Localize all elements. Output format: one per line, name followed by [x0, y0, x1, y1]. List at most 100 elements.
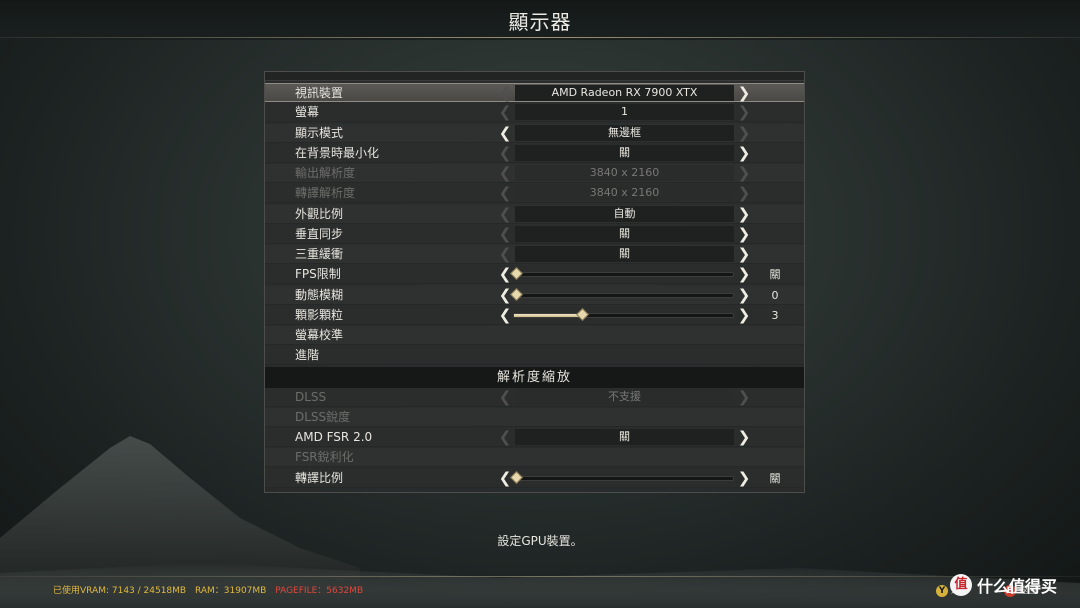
- watermark: 值 什么值得买: [950, 573, 1057, 597]
- slider-readout: 3: [771, 308, 779, 322]
- section-header-resolution-scaling: 解析度縮放: [265, 366, 804, 388]
- chevron-left-icon: ❮: [498, 164, 512, 182]
- setting-label: 轉譯比例: [295, 470, 344, 485]
- setting-value: 3840 x 2160: [515, 185, 734, 202]
- setting-row-12[interactable]: 顆影顆粒 ❮ ❯ 3: [265, 305, 804, 325]
- header-bar: 顯示器: [0, 0, 1080, 40]
- setting-row-2: DLSS ❮ ❯ 不支援: [265, 387, 804, 407]
- watermark-badge-icon: 值: [950, 574, 972, 596]
- setting-row-4[interactable]: 在背景時最小化 ❮ ❯ 關: [265, 143, 804, 163]
- setting-label: 外觀比例: [295, 206, 344, 221]
- setting-row-10[interactable]: FPS限制 ❮ ❯ 關: [265, 265, 804, 285]
- setting-label: 在背景時最小化: [295, 145, 380, 160]
- chevron-right-icon[interactable]: ❯: [736, 245, 752, 264]
- chevron-left-icon[interactable]: ❮: [497, 124, 513, 143]
- chevron-right-icon[interactable]: ❯: [736, 286, 752, 305]
- setting-label: 輸出解析度: [295, 166, 356, 180]
- setting-value: 不支援: [515, 388, 734, 405]
- setting-label: 顯示模式: [295, 125, 344, 140]
- y-button-icon[interactable]: Y: [936, 585, 948, 597]
- setting-label: 螢幕: [295, 105, 320, 120]
- slider-knob-icon[interactable]: [576, 307, 589, 321]
- setting-label: AMD FSR 2.0: [295, 430, 373, 444]
- setting-value: 關: [515, 429, 734, 445]
- chevron-left-icon: ❮: [498, 224, 512, 243]
- setting-value: 1: [515, 104, 734, 121]
- ram-stat: RAM：31907MB: [194, 586, 267, 596]
- setting-row-6: 轉譯解析度 ❮ ❯ 3840 x 2160: [265, 184, 804, 204]
- setting-value: 關: [515, 144, 734, 161]
- setting-row-14[interactable]: 進階: [265, 346, 804, 366]
- chevron-left-icon: ❮: [498, 387, 512, 406]
- chevron-left-icon: ❮: [498, 103, 512, 122]
- chevron-right-icon: ❯: [737, 103, 751, 122]
- chevron-left-icon: ❮: [498, 204, 512, 223]
- chevron-right-icon[interactable]: ❯: [736, 306, 752, 325]
- chevron-right-icon[interactable]: ❯: [736, 225, 752, 244]
- chevron-left-icon: ❮: [498, 245, 512, 263]
- setting-row-6[interactable]: 轉譯比例 ❮ ❯ 關: [265, 468, 804, 488]
- setting-value: 自動: [515, 205, 734, 222]
- slider-readout: 關: [769, 268, 781, 282]
- setting-row-4[interactable]: AMD FSR 2.0 ❮ ❯ 關: [265, 428, 804, 447]
- setting-row-5: 輸出解析度 ❮ ❯ 3840 x 2160: [265, 164, 804, 183]
- chevron-right-icon: ❯: [737, 387, 751, 406]
- header-divider: [0, 37, 1080, 38]
- setting-value: 關: [515, 246, 734, 262]
- setting-row-9[interactable]: 三重緩衝 ❮ ❯ 關: [265, 245, 804, 264]
- setting-label: DLSS銳度: [295, 409, 351, 424]
- pagefile-stat: PAGEFILE：5632MB: [275, 586, 364, 596]
- page-title: 顯示器: [508, 10, 572, 34]
- setting-row-1[interactable]: 視訊裝置 ❮ ❯ AMD Radeon RX 7900 XTX: [265, 83, 804, 102]
- chevron-right-icon[interactable]: ❯: [736, 205, 752, 224]
- help-text: 設定GPU裝置。: [497, 534, 583, 548]
- slider-track[interactable]: [510, 287, 734, 301]
- setting-row-2[interactable]: 螢幕 ❮ ❯ 1: [265, 103, 804, 123]
- vram-stat: 已使用VRAM: 7143 / 24518MB: [53, 586, 187, 596]
- setting-row-3: DLSS銳度: [265, 407, 804, 427]
- chevron-right-icon: ❯: [737, 123, 751, 142]
- chevron-right-icon[interactable]: ❯: [736, 265, 752, 284]
- chevron-right-icon[interactable]: ❯: [736, 144, 752, 163]
- setting-label: FSR銳利化: [295, 450, 354, 465]
- setting-row-11[interactable]: 動態模糊 ❮ ❯ 0: [265, 285, 804, 305]
- setting-row-13[interactable]: 螢幕校準: [265, 326, 804, 345]
- setting-label: FPS限制: [295, 267, 341, 282]
- chevron-left-icon: ❮: [498, 84, 512, 102]
- chevron-left-icon: ❮: [498, 184, 512, 203]
- setting-value: 關: [515, 225, 734, 242]
- chevron-right-icon[interactable]: ❯: [736, 428, 752, 447]
- panel-top-bar: [265, 72, 804, 81]
- settings-panel: 視訊裝置 ❮ ❯ AMD Radeon RX 7900 XTX 螢幕 ❮ ❯ 1 顯示模式 ❮ ❯ 無…: [264, 71, 805, 493]
- chevron-right-icon: ❯: [737, 164, 751, 182]
- setting-row-5: FSR銳利化: [265, 448, 804, 468]
- setting-label: 進階: [295, 348, 320, 363]
- setting-value: 3840 x 2160: [515, 165, 734, 181]
- slider-track[interactable]: [513, 307, 734, 321]
- slider-fill: [514, 313, 580, 317]
- setting-label: 垂直同步: [295, 226, 344, 241]
- slider-readout: 關: [769, 471, 781, 485]
- watermark-text: 什么值得买: [977, 577, 1058, 596]
- chevron-right-icon[interactable]: ❯: [736, 469, 752, 488]
- footer-divider: [0, 576, 1080, 577]
- slider-track[interactable]: [510, 267, 734, 281]
- slider-readout: 0: [771, 288, 779, 302]
- setting-label: 轉譯解析度: [295, 186, 356, 201]
- setting-label: 顆影顆粒: [295, 307, 344, 322]
- setting-row-8[interactable]: 垂直同步 ❮ ❯ 關: [265, 224, 804, 244]
- chevron-left-icon[interactable]: ❮: [497, 306, 513, 325]
- setting-value: 無邊框: [515, 124, 734, 141]
- setting-label: 動態模糊: [295, 287, 344, 302]
- setting-row-3[interactable]: 顯示模式 ❮ ❯ 無邊框: [265, 123, 804, 143]
- setting-row-7[interactable]: 外觀比例 ❮ ❯ 自動: [265, 204, 804, 224]
- display-settings-screen: 顯示器 視訊裝置 ❮ ❯ AMD Radeon RX 7900 XTX 螢幕 ❮ ❯ 1 顯示模…: [0, 0, 1080, 608]
- slider-track[interactable]: [510, 470, 734, 484]
- chevron-left-icon: ❮: [498, 143, 512, 162]
- setting-label: 視訊裝置: [295, 86, 344, 100]
- setting-label: DLSS: [295, 389, 327, 404]
- setting-label: 三重緩衝: [295, 247, 344, 261]
- chevron-right-icon: ❯: [737, 184, 751, 203]
- chevron-left-icon: ❮: [498, 428, 512, 446]
- chevron-right-icon[interactable]: ❯: [736, 84, 752, 103]
